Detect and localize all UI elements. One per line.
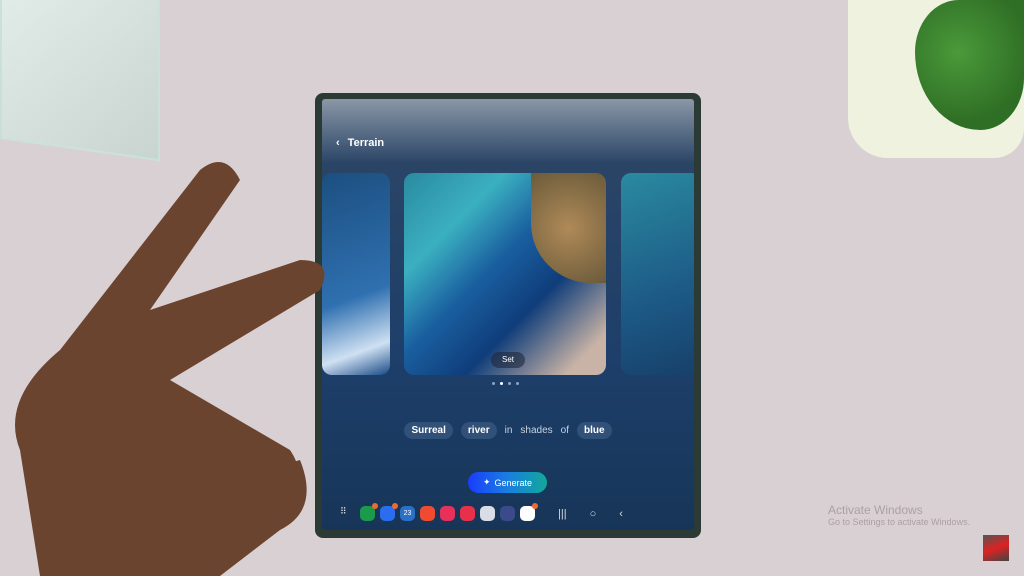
page-indicator: [492, 382, 519, 385]
messages-icon[interactable]: [380, 503, 398, 521]
notification-badge: [532, 503, 538, 509]
notification-badge: [392, 503, 398, 509]
gallery-icon[interactable]: [440, 506, 455, 521]
wallpaper-prev[interactable]: [322, 173, 390, 375]
windows-watermark: Activate Windows Go to Settings to activ…: [828, 503, 970, 527]
folder-icon[interactable]: [480, 506, 495, 521]
home-button[interactable]: ○: [590, 508, 597, 520]
phone-screen: ‹ Terrain Set Surreal river in shades of…: [322, 99, 694, 530]
prompt-chip-surreal[interactable]: Surreal: [404, 422, 453, 439]
calendar-icon[interactable]: 23: [400, 506, 415, 521]
sparkle-icon: ✦: [482, 477, 491, 487]
phone-icon[interactable]: [360, 503, 378, 521]
dot: [516, 382, 519, 385]
settings-icon[interactable]: [500, 506, 515, 521]
prompt-chip-blue[interactable]: blue: [576, 422, 612, 439]
generate-label: Generate: [494, 477, 533, 488]
screen-recorder-icon[interactable]: [460, 506, 475, 521]
glass-cube: [0, 0, 160, 162]
watermark-title: Activate Windows: [828, 503, 923, 517]
back-button[interactable]: ‹: [619, 508, 623, 520]
hand: [15, 162, 325, 576]
wallpaper-next[interactable]: [621, 173, 694, 375]
generate-button[interactable]: ✦ Generate: [468, 472, 547, 493]
prompt-word: in: [504, 425, 513, 436]
recents-button[interactable]: |||: [558, 508, 567, 520]
dot: [492, 382, 495, 385]
prompt-chip-river[interactable]: river: [460, 422, 497, 439]
wallpaper-current[interactable]: [404, 173, 606, 375]
notes-icon[interactable]: [420, 506, 435, 521]
dot-active: [500, 382, 503, 385]
channel-logo: [983, 535, 1009, 561]
play-store-icon[interactable]: [520, 503, 538, 521]
apps-grid-icon[interactable]: ⠿: [340, 506, 355, 521]
set-button[interactable]: Set: [491, 352, 525, 368]
trees-area: [531, 173, 606, 283]
header: ‹ Terrain: [336, 137, 384, 149]
prompt-text: Surreal river in shades of blue: [322, 422, 694, 439]
prompt-word: of: [560, 425, 569, 436]
chevron-left-icon[interactable]: ‹: [336, 137, 340, 149]
page-title: Terrain: [347, 137, 385, 149]
taskbar: ⠿ 23 ||| ○ ‹: [340, 503, 623, 521]
foldable-phone: ‹ Terrain Set Surreal river in shades of…: [315, 93, 701, 538]
prompt-word: shades: [520, 425, 553, 436]
notification-badge: [372, 503, 378, 509]
watermark-subtitle: Go to Settings to activate Windows.: [828, 517, 971, 527]
dot: [508, 382, 511, 385]
